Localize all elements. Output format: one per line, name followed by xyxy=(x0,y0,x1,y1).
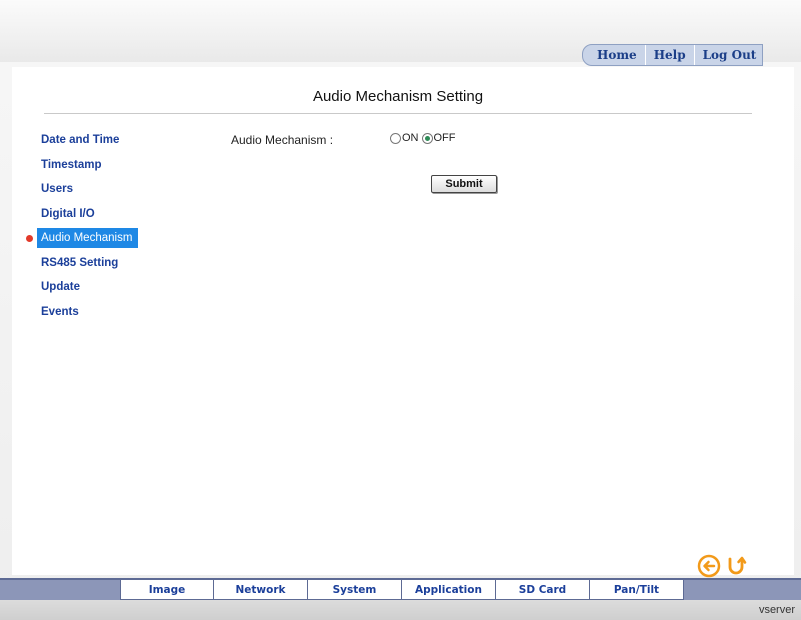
page-nav-icons xyxy=(697,554,748,578)
audio-mechanism-radio-group: ON OFF xyxy=(390,132,459,144)
help-link[interactable]: Help xyxy=(646,45,695,65)
sidebar-item-label: RS485 Setting xyxy=(41,256,119,269)
sidebar-item-rs485-setting[interactable]: RS485 Setting xyxy=(22,251,192,276)
radio-on[interactable] xyxy=(390,132,401,144)
footer-strip xyxy=(0,600,801,620)
sidebar-item-users[interactable]: Users xyxy=(22,177,192,202)
audio-mechanism-label: Audio Mechanism : xyxy=(231,133,334,147)
sidebar-item-update[interactable]: Update xyxy=(22,275,192,300)
sidebar-item-label: Update xyxy=(41,281,80,294)
sidebar-item-label: Digital I/O xyxy=(41,207,95,220)
sidebar: Date and Time Timestamp Users Digital I/… xyxy=(22,128,192,324)
active-indicator-icon xyxy=(26,234,33,242)
sidebar-item-label: Events xyxy=(41,305,79,318)
sidebar-item-label: Timestamp xyxy=(41,158,102,171)
app-window: Home Help Log Out Audio Mechanism Settin… xyxy=(0,0,801,620)
header-links: Home Help Log Out xyxy=(582,44,764,66)
sidebar-item-label: Audio Mechanism xyxy=(37,228,139,249)
radio-on-label: ON xyxy=(402,132,419,144)
sidebar-item-audio-mechanism[interactable]: Audio Mechanism xyxy=(22,226,192,251)
refresh-icon[interactable] xyxy=(724,554,748,578)
back-arrow-icon[interactable] xyxy=(697,554,721,578)
tab-application[interactable]: Application xyxy=(402,580,496,600)
tab-system[interactable]: System xyxy=(308,580,402,600)
bottom-nav-tabs: Image Network System Application SD Card… xyxy=(120,580,684,600)
tab-sd-card[interactable]: SD Card xyxy=(496,580,590,600)
tab-pan-tilt[interactable]: Pan/Tilt xyxy=(590,580,684,600)
sidebar-item-digital-io[interactable]: Digital I/O xyxy=(22,202,192,227)
sidebar-item-events[interactable]: Events xyxy=(22,300,192,325)
footer-brand: vserver xyxy=(758,604,795,616)
sidebar-item-date-and-time[interactable]: Date and Time xyxy=(22,128,192,153)
home-link[interactable]: Home xyxy=(589,45,646,65)
sidebar-item-timestamp[interactable]: Timestamp xyxy=(22,153,192,178)
sidebar-item-label: Date and Time xyxy=(41,134,120,147)
radio-off[interactable] xyxy=(421,132,433,144)
tab-image[interactable]: Image xyxy=(120,580,214,600)
radio-off-label: OFF xyxy=(433,132,456,144)
logout-link[interactable]: Log Out xyxy=(695,45,763,65)
submit-button[interactable]: Submit xyxy=(431,175,497,193)
tab-network[interactable]: Network xyxy=(214,580,308,600)
page-title: Audio Mechanism Setting xyxy=(44,88,752,114)
sidebar-item-label: Users xyxy=(41,183,73,196)
